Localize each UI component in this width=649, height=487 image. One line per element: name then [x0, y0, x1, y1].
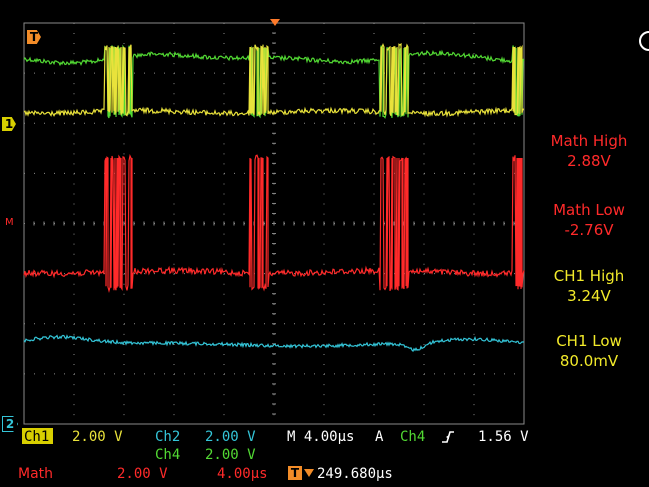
measurement-math-high: Math High 2.88V	[530, 131, 648, 171]
measurement-label: CH1 High	[553, 267, 625, 285]
trigger-mode: A	[375, 429, 384, 445]
screen-edge-icon	[639, 31, 649, 51]
math-ref-marker: M	[5, 217, 14, 228]
measurement-math-low: Math Low -2.76V	[530, 200, 648, 240]
trigger-position[interactable]: 249.680µs	[317, 466, 393, 482]
measurement-label: CH1 Low	[556, 332, 622, 350]
math-label[interactable]: Math	[18, 466, 53, 482]
timebase[interactable]: M 4.00µs	[287, 429, 354, 445]
measurement-value: 3.24V	[567, 287, 611, 305]
ch4-label[interactable]: Ch4	[155, 447, 180, 463]
math-scale: 2.00 V	[117, 466, 168, 482]
ch2-trace	[23, 334, 525, 353]
math-time: 4.00µs	[217, 466, 268, 482]
measurement-value: 80.0mV	[559, 352, 619, 370]
trigger-flag-label: T	[29, 30, 39, 44]
ch4-scale: 2.00 V	[205, 447, 256, 463]
ch2-ref-label: 2	[5, 417, 15, 431]
arrow-down-icon	[304, 469, 314, 477]
measurement-value: -2.76V	[564, 221, 614, 239]
ch1-ref-label: 1	[4, 117, 14, 131]
graticule	[23, 22, 525, 425]
measurement-ch1-low: CH1 Low 80.0mV	[530, 331, 648, 371]
trigger-level[interactable]: 1.56 V	[478, 429, 529, 445]
trigger-source[interactable]: Ch4	[400, 429, 425, 445]
ch2-label[interactable]: Ch2	[155, 429, 180, 445]
measurement-label: Math Low	[553, 201, 625, 219]
rising-edge-icon	[442, 431, 454, 443]
measurement-ch1-high: CH1 High 3.24V	[530, 266, 648, 306]
measurement-value: 2.88V	[567, 152, 611, 170]
ch4-trace	[23, 44, 525, 119]
scope-display: M	[5, 19, 649, 425]
ch1-label[interactable]: Ch1	[24, 429, 49, 445]
measurement-label: Math High	[550, 132, 628, 150]
ch1-scale: 2.00 V	[72, 429, 123, 445]
ch2-scale: 2.00 V	[205, 429, 256, 445]
trigger-position-icon: T	[288, 466, 302, 480]
